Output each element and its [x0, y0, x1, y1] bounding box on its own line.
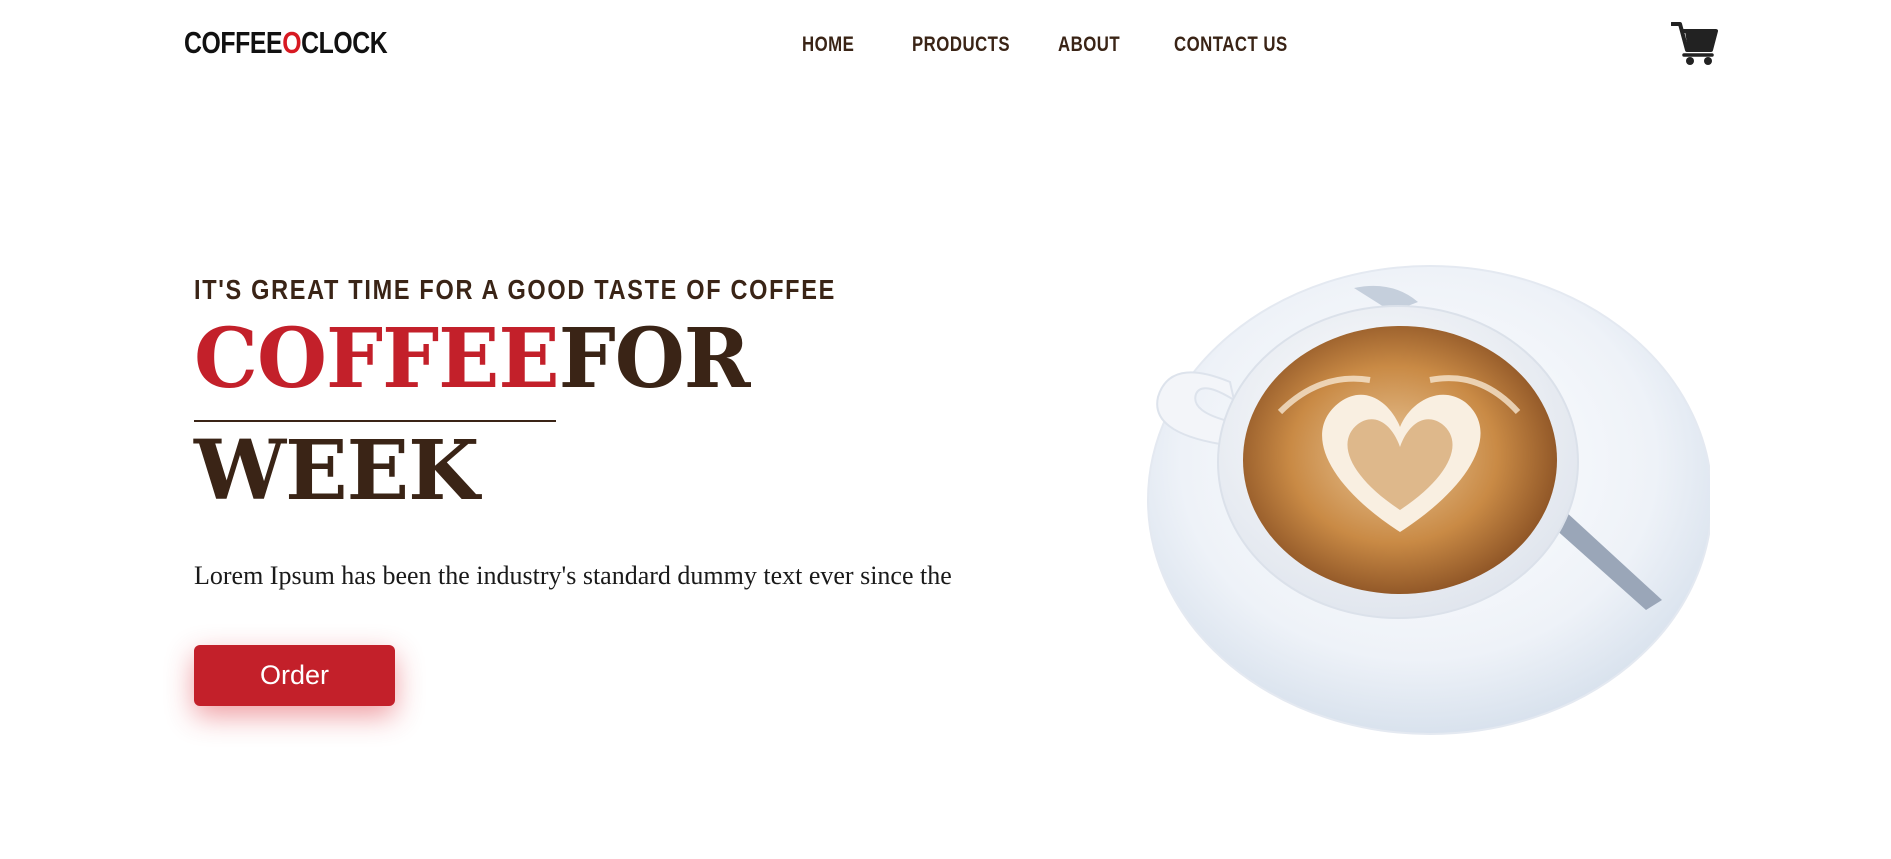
shopping-cart-icon [1670, 22, 1718, 65]
logo[interactable]: COFFEEOCLOCK [184, 25, 388, 61]
order-button[interactable]: Order [194, 645, 395, 706]
hero-subtitle: IT'S GREAT TIME FOR A GOOD TASTE OF COFF… [194, 274, 836, 305]
logo-text-accent: O [282, 25, 302, 60]
hero-title-red: COFFEE [194, 311, 560, 407]
nav-item-about[interactable]: ABOUT [1058, 33, 1120, 57]
hero-title-line2: WEEK [194, 423, 479, 519]
nav-item-home[interactable]: HOME [802, 33, 854, 57]
logo-text-part1: COFFEE [184, 25, 283, 60]
hero-divider [194, 420, 556, 422]
hero-description: Lorem Ipsum has been the industry's stan… [194, 561, 952, 590]
cart-button[interactable] [1670, 20, 1719, 66]
nav-item-products[interactable]: PRODUCTS [912, 33, 1010, 57]
nav-item-contact-us[interactable]: CONTACT US [1174, 33, 1288, 57]
coffee-cup-image [1147, 265, 1710, 735]
hero-title: COFFEEFOR [194, 318, 751, 400]
hero-title-dark: FOR [558, 311, 751, 407]
logo-text-part2: CLOCK [301, 25, 388, 60]
